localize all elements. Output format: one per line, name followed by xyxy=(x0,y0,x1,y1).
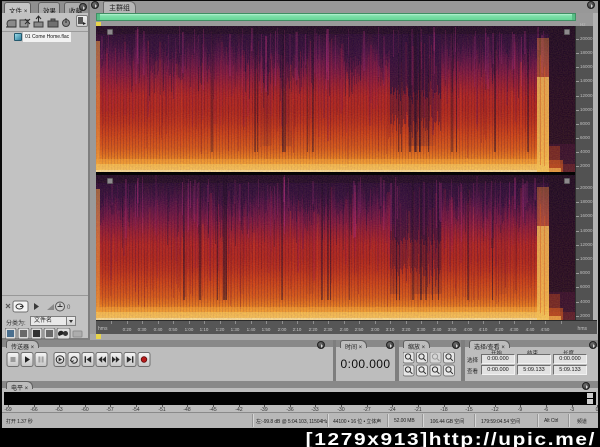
svg-text:0: 0 xyxy=(67,305,71,311)
